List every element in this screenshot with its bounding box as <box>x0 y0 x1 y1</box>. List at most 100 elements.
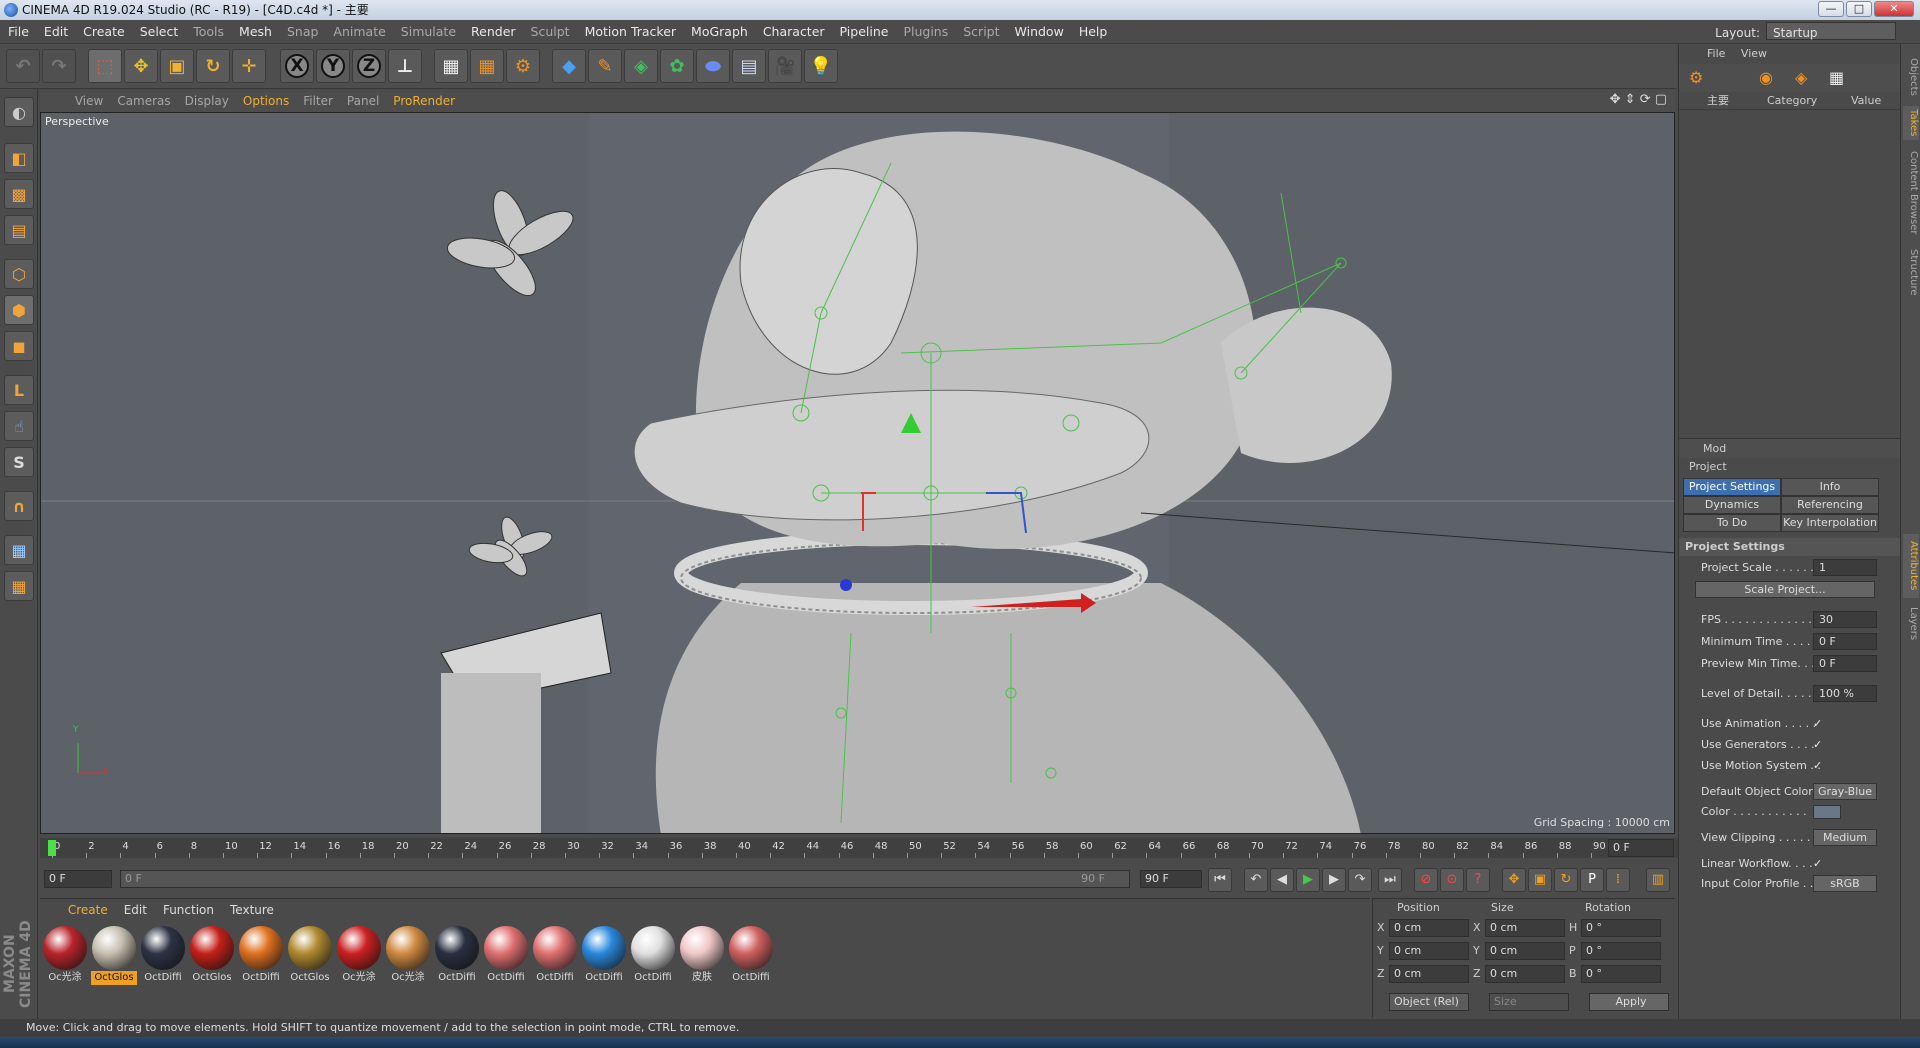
project-scale-field[interactable]: 1 <box>1813 559 1877 576</box>
live-selection-icon[interactable]: ⬚ <box>88 49 122 83</box>
playhead[interactable] <box>48 840 56 856</box>
minimum-time-field[interactable]: 0 F <box>1813 633 1877 650</box>
objects-menu-view[interactable]: View <box>1741 47 1767 60</box>
material-swatch[interactable]: OctGlos <box>91 925 137 991</box>
tab-key-interpolation[interactable]: Key Interpolation <box>1781 514 1879 532</box>
key-position-icon[interactable]: ✥ <box>1502 868 1526 892</box>
prev-key-icon[interactable]: ↶ <box>1244 868 1268 892</box>
workplane-mode-icon[interactable]: ▤ <box>4 215 34 245</box>
default-object-color-dropdown[interactable]: Gray-Blue <box>1813 783 1877 800</box>
view-clipping-dropdown[interactable]: Medium <box>1813 829 1877 846</box>
subdivision-generator-icon[interactable]: ◈ <box>624 49 658 83</box>
menu-create[interactable]: Create <box>75 20 132 44</box>
redo-icon[interactable]: ↷ <box>42 49 76 83</box>
tab-project-settings[interactable]: Project Settings <box>1683 478 1781 496</box>
material-swatch[interactable]: OctDiffi <box>532 925 578 991</box>
input-color-profile-dropdown[interactable]: sRGB <box>1813 875 1877 892</box>
apply-button[interactable]: Apply <box>1589 993 1669 1011</box>
menu-plugins[interactable]: Plugins <box>895 20 955 44</box>
side-tab-objects[interactable]: Objects <box>1903 54 1919 100</box>
viewport-menu-view[interactable]: View <box>68 90 110 112</box>
timeline-ruler[interactable]: 0 2 4 6 8 10 12 14 16 18 20 22 24 26 28 30 32 34 36 38 40 42 4… <box>40 838 1680 858</box>
material-swatch[interactable]: OctDiffi <box>140 925 186 991</box>
fps-field[interactable]: 30 <box>1813 611 1877 628</box>
preview-range-slider[interactable]: 0 F 90 F <box>120 870 1130 888</box>
side-tab-takes[interactable]: Takes <box>1903 106 1919 140</box>
coord-field[interactable]: 0 cm <box>1485 919 1565 937</box>
coord-field[interactable]: 0 cm <box>1389 965 1469 983</box>
goto-start-icon[interactable]: ⏮ <box>1208 868 1232 892</box>
key-rotation-icon[interactable]: ↻ <box>1554 868 1578 892</box>
takes-main-name[interactable]: 主要 <box>1707 92 1729 110</box>
camera-icon[interactable]: 🎥 <box>768 49 802 83</box>
menu-tools[interactable]: Tools <box>185 20 231 44</box>
play-icon[interactable]: ▶ <box>1296 868 1320 892</box>
menu-simulate[interactable]: Simulate <box>393 20 463 44</box>
solo-mode-icon[interactable]: S <box>4 447 34 477</box>
menu-sculpt[interactable]: Sculpt <box>523 20 577 44</box>
coord-field[interactable]: 0 ° <box>1581 965 1661 983</box>
menu-snap[interactable]: Snap <box>279 20 325 44</box>
perspective-viewport[interactable]: Perspective Y X Grid Spacing: 10000 cm <box>40 112 1675 834</box>
points-mode-icon[interactable]: ⬡ <box>4 259 34 289</box>
coord-field[interactable]: 0 cm <box>1389 919 1469 937</box>
tab-referencing[interactable]: Referencing <box>1781 496 1879 514</box>
tab-to-do[interactable]: To Do <box>1683 514 1781 532</box>
tab-dynamics[interactable]: Dynamics <box>1683 496 1781 514</box>
menu-file[interactable]: File <box>0 20 36 44</box>
menu-select[interactable]: Select <box>132 20 186 44</box>
size-mode-dropdown[interactable]: Size <box>1489 993 1569 1011</box>
record-keys-icon[interactable]: ⊘ <box>1414 868 1438 892</box>
menu-pipeline[interactable]: Pipeline <box>832 20 896 44</box>
minimize-button[interactable]: — <box>1818 1 1844 17</box>
render-picture-viewer-icon[interactable]: ▦ <box>470 49 504 83</box>
material-swatch[interactable]: Oc光涂 <box>336 925 382 991</box>
material-swatch[interactable]: OctDiffi <box>630 925 676 991</box>
keyframe-selection-icon[interactable]: ? <box>1466 868 1490 892</box>
viewport-menu-panel[interactable]: Panel <box>340 90 386 112</box>
material-menu-create[interactable]: Create <box>60 899 116 921</box>
attributes-mode-menu[interactable]: Mod <box>1703 442 1726 455</box>
coord-field[interactable]: 0 ° <box>1581 942 1661 960</box>
close-button[interactable]: ✕ <box>1874 1 1914 17</box>
use-motion-system-checkbox[interactable]: ✓ <box>1813 756 1822 776</box>
make-editable-icon[interactable]: ◐ <box>4 97 34 127</box>
material-swatch[interactable]: OctDiffi <box>238 925 284 991</box>
menu-render[interactable]: Render <box>463 20 523 44</box>
material-swatch[interactable]: OctDiffi <box>434 925 480 991</box>
material-menu-texture[interactable]: Texture <box>222 899 282 921</box>
floor-scene-icon[interactable]: ▤ <box>732 49 766 83</box>
next-frame-icon[interactable]: ▶ <box>1322 868 1346 892</box>
key-scale-icon[interactable]: ▣ <box>1528 868 1552 892</box>
group-icon[interactable]: ◈ <box>1795 68 1807 87</box>
viewport-menu-filter[interactable]: Filter <box>296 90 340 112</box>
render-takes-icon[interactable]: ▦ <box>1829 68 1844 87</box>
polygons-mode-icon[interactable]: ◼ <box>4 331 34 361</box>
menu-script[interactable]: Script <box>955 20 1006 44</box>
menu-character[interactable]: Character <box>755 20 832 44</box>
timeline-window-icon[interactable]: ▥ <box>1646 868 1670 892</box>
linear-workflow-checkbox[interactable]: ✓ <box>1813 854 1822 874</box>
end-frame-field[interactable]: 90 F <box>1140 870 1202 888</box>
goto-end-icon[interactable]: ⏭ <box>1378 868 1402 892</box>
lock-workplane-icon[interactable]: ▦ <box>4 535 34 565</box>
viewport-nav-icons[interactable]: ✥ ⇕ ⟳ ▢ <box>1610 92 1667 107</box>
override-icon[interactable]: ◉ <box>1759 68 1773 87</box>
maximize-button[interactable]: □ <box>1846 1 1872 17</box>
menu-mograph[interactable]: MoGraph <box>683 20 755 44</box>
x-axis-lock-button[interactable]: X <box>280 49 314 83</box>
edges-mode-icon[interactable]: ⬢ <box>4 295 34 325</box>
z-axis-lock-button[interactable]: Z <box>352 49 386 83</box>
menu-window[interactable]: Window <box>1007 20 1071 44</box>
prev-frame-icon[interactable]: ◀ <box>1270 868 1294 892</box>
render-view-icon[interactable]: ▦ <box>434 49 468 83</box>
menu-animate[interactable]: Animate <box>325 20 392 44</box>
side-tab-layers[interactable]: Layers <box>1903 604 1919 644</box>
start-frame-field[interactable]: 0 F <box>44 870 112 888</box>
model-mode-icon[interactable]: ◧ <box>4 143 34 173</box>
material-menu-function[interactable]: Function <box>155 899 222 921</box>
key-param-icon[interactable]: P <box>1580 868 1604 892</box>
texture-mode-icon[interactable]: ▩ <box>4 179 34 209</box>
auto-key-icon[interactable]: ⊙ <box>1440 868 1464 892</box>
coord-field[interactable]: 0 cm <box>1485 965 1565 983</box>
